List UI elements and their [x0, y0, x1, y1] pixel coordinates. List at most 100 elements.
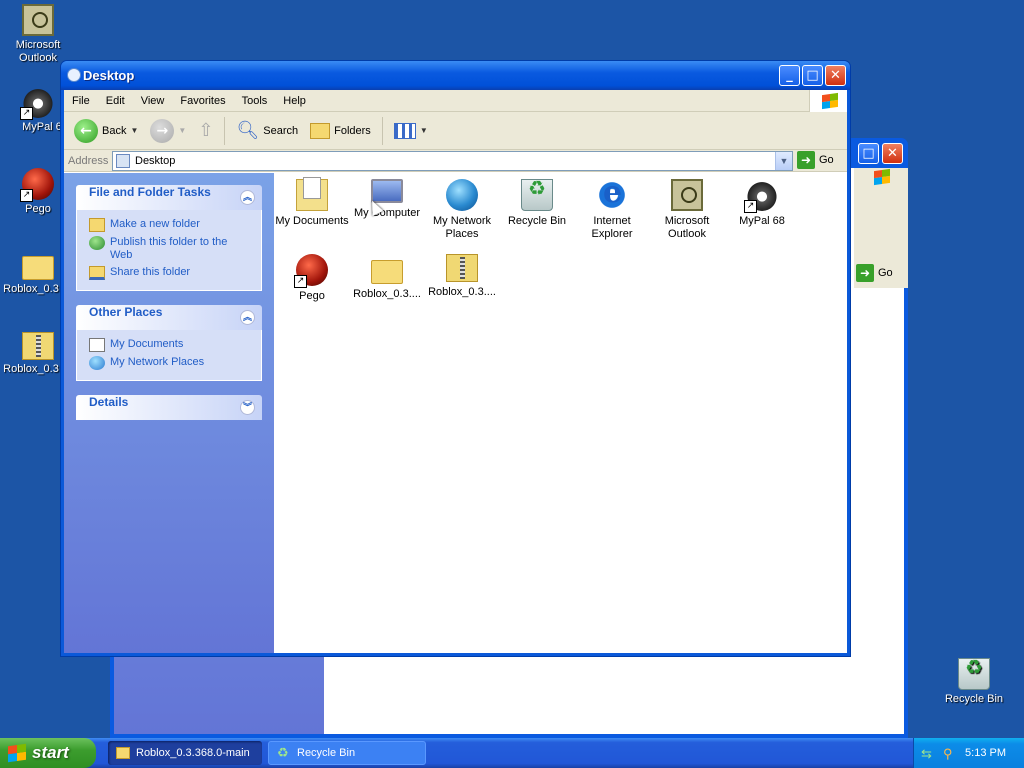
my-network-places-link[interactable]: My Network Places — [89, 356, 249, 370]
task-pane: File and Folder Tasks ︽ Make a new folde… — [64, 173, 274, 653]
menu-edit[interactable]: Edit — [98, 95, 133, 107]
network-tray-icon[interactable]: ⇆ — [921, 746, 935, 761]
my-documents-icon — [89, 338, 105, 352]
collapse-chevron-icon[interactable]: ︽ — [240, 190, 255, 205]
search-tray-icon[interactable]: ⚲ — [943, 746, 957, 761]
menu-favorites[interactable]: Favorites — [172, 95, 233, 107]
share-folder-link[interactable]: Share this folder — [89, 266, 249, 280]
file-pego[interactable]: Pego — [274, 254, 350, 303]
file-my-documents[interactable]: My Documents — [274, 177, 350, 228]
publish-folder-link[interactable]: Publish this folder to the Web — [89, 236, 249, 262]
internet-explorer-icon — [596, 175, 628, 211]
back-arrow-icon: ← — [74, 118, 98, 143]
maximize-button[interactable]: □ — [858, 143, 879, 164]
pego-icon — [294, 254, 328, 288]
minimize-button[interactable]: _ — [779, 65, 800, 86]
mypal-icon — [20, 86, 54, 120]
search-icon: 🔍︎ — [236, 120, 260, 140]
file-my-network-places[interactable]: My Network Places — [424, 179, 500, 241]
desktop-icon-recycle-bin[interactable]: Recycle Bin — [936, 658, 1012, 706]
close-button[interactable]: ✕ — [882, 143, 903, 164]
windows-logo-icon — [8, 743, 26, 763]
chevron-down-icon[interactable]: ▼ — [130, 126, 138, 135]
views-icon — [393, 122, 416, 139]
chevron-down-icon: ▼ — [419, 126, 428, 135]
panel-header[interactable]: File and Folder Tasks ︽ — [76, 185, 262, 210]
folder-icon — [371, 260, 403, 284]
taskbar: start Roblox_0.3.368.0-main ♻ Recycle Bi… — [0, 738, 1024, 768]
up-button[interactable]: ⇧ — [194, 118, 217, 143]
file-recycle-bin[interactable]: Recycle Bin — [499, 179, 575, 228]
outlook-icon — [671, 179, 703, 211]
zip-folder-icon — [446, 254, 478, 282]
clock: 5:13 PM — [965, 747, 1006, 759]
forward-button[interactable]: → ▼ — [146, 117, 190, 145]
menu-help[interactable]: Help — [275, 95, 314, 107]
maximize-button[interactable]: □ — [802, 65, 823, 86]
window-title: Desktop — [83, 68, 135, 83]
file-mypal[interactable]: MyPal 68 — [724, 179, 800, 228]
file-list: My Documents My Computer My Network Plac… — [274, 173, 847, 653]
system-tray: ⇆ ⚲ 5:13 PM — [913, 738, 1024, 768]
title-bar[interactable]: Desktop _ □ ✕ — [61, 61, 850, 90]
taskbar-task-recycle-bin[interactable]: ♻ Recycle Bin — [268, 741, 426, 765]
go-button[interactable]: ➜ Go — [797, 151, 834, 169]
address-bar: Address Desktop ▼ ➜ Go — [64, 150, 847, 172]
go-arrow-icon: ➜ — [797, 151, 815, 169]
folder-icon — [116, 747, 130, 759]
forward-arrow-icon: → — [150, 118, 175, 143]
desktop-icon-outlook[interactable]: Microsoft Outlook — [0, 4, 76, 65]
taskbar-task-roblox[interactable]: Roblox_0.3.368.0-main — [108, 741, 262, 765]
chevron-down-icon[interactable]: ▼ — [178, 126, 186, 135]
address-input[interactable]: Desktop ▼ — [112, 151, 793, 171]
my-documents-link[interactable]: My Documents — [89, 338, 249, 352]
file-internet-explorer[interactable]: Internet Explorer — [574, 175, 650, 241]
toolbar-separator — [224, 116, 226, 145]
file-my-computer[interactable]: My Computer — [349, 179, 425, 220]
back-button[interactable]: ← Back ▼ — [70, 117, 142, 145]
windows-flag — [809, 90, 847, 112]
go-arrow-icon: ➜ — [856, 264, 874, 282]
file-roblox-zip[interactable]: Roblox_0.3.... — [424, 254, 500, 299]
menu-tools[interactable]: Tools — [234, 95, 276, 107]
menu-view[interactable]: View — [133, 95, 173, 107]
file-folder-tasks-panel: File and Folder Tasks ︽ Make a new folde… — [76, 185, 262, 291]
standard-toolbar: ← Back ▼ → ▼ ⇧ 🔍︎ Search Folders ▼ — [64, 112, 847, 150]
other-places-panel: Other Places ︽ My Documents My Network P… — [76, 305, 262, 381]
pego-icon — [20, 168, 54, 202]
desktop-icon — [116, 154, 130, 168]
windows-flag-icon — [822, 92, 838, 110]
toolbar-separator — [381, 116, 383, 145]
folders-button[interactable]: Folders — [306, 121, 375, 141]
menu-bar: File Edit View Favorites Tools Help — [64, 90, 847, 112]
file-roblox-folder[interactable]: Roblox_0.3.... — [349, 254, 425, 301]
window-client: File Edit View Favorites Tools Help ← Ba… — [64, 90, 847, 653]
file-microsoft-outlook[interactable]: Microsoft Outlook — [649, 179, 725, 241]
make-new-folder-link[interactable]: Make a new folder — [89, 218, 249, 232]
collapse-chevron-icon[interactable]: ︽ — [240, 310, 255, 325]
window-body: File and Folder Tasks ︽ Make a new folde… — [64, 173, 847, 653]
network-places-icon — [89, 356, 105, 370]
chevron-down-icon[interactable]: ▼ — [775, 152, 792, 170]
recycle-bin-icon: ♻ — [277, 745, 289, 760]
details-panel: Details ︾ — [76, 395, 262, 420]
views-button[interactable]: ▼ — [390, 121, 432, 141]
close-button[interactable]: ✕ — [825, 65, 846, 86]
my-network-places-icon — [446, 179, 478, 211]
expand-chevron-icon[interactable]: ︾ — [240, 400, 255, 415]
explorer-window-desktop[interactable]: Desktop _ □ ✕ File Edit View Favorites T… — [60, 60, 851, 657]
zip-folder-icon — [22, 332, 54, 360]
panel-body: Make a new folder Publish this folder to… — [76, 210, 262, 291]
search-button[interactable]: 🔍︎ Search — [232, 118, 302, 143]
folders-icon — [310, 122, 331, 139]
recycle-bin-icon — [958, 658, 990, 690]
panel-header[interactable]: Details ︾ — [76, 395, 262, 420]
start-button[interactable]: start — [0, 738, 96, 768]
panel-header[interactable]: Other Places ︽ — [76, 305, 262, 330]
outlook-icon — [22, 4, 54, 36]
menu-file[interactable]: File — [64, 95, 98, 107]
go-button[interactable]: ➜ Go — [856, 264, 908, 282]
desktop-window-icon — [67, 68, 81, 82]
my-documents-icon — [296, 177, 328, 211]
share-folder-icon — [89, 266, 105, 280]
